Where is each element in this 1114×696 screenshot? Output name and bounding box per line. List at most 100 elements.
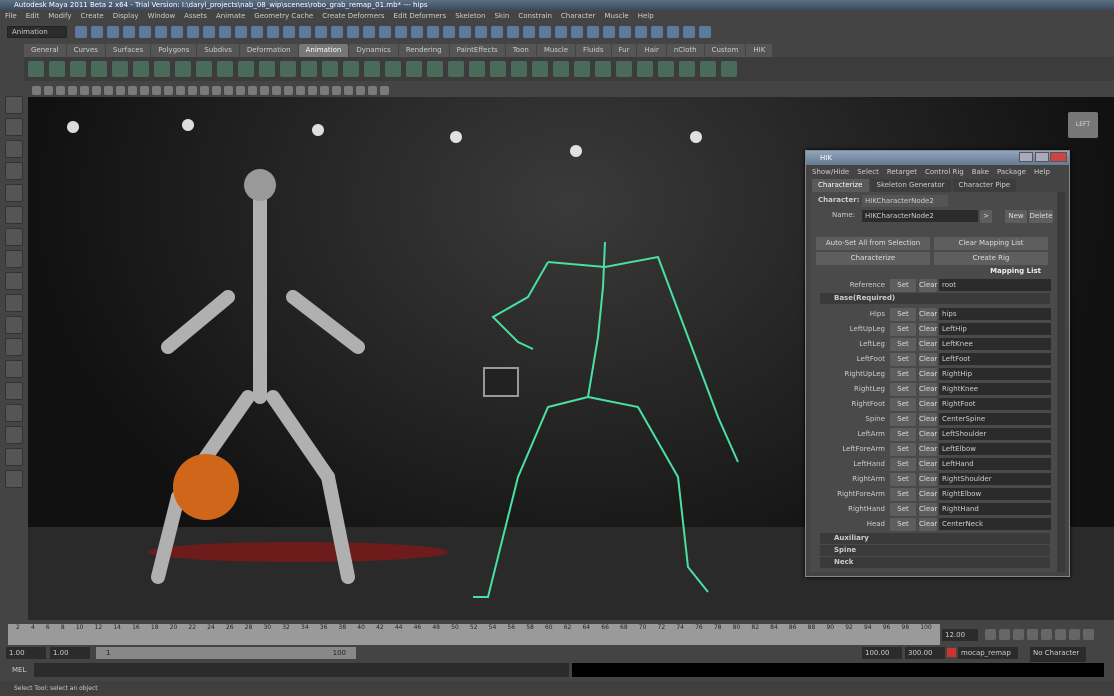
auto-set-button[interactable]: Auto-Set All from Selection <box>816 237 930 250</box>
panel-tool-icon[interactable] <box>380 86 389 95</box>
menu-display[interactable]: Display <box>113 10 139 22</box>
status-tool-icon[interactable] <box>251 26 263 38</box>
status-tool-icon[interactable] <box>507 26 519 38</box>
status-tool-icon[interactable] <box>539 26 551 38</box>
shelf-tool-icon[interactable] <box>49 61 65 77</box>
shelf-tool-icon[interactable] <box>406 61 422 77</box>
tab-general[interactable]: General <box>24 44 66 57</box>
panel-tool-icon[interactable] <box>356 86 365 95</box>
status-tool-icon[interactable] <box>235 26 247 38</box>
panel-tool-icon[interactable] <box>368 86 377 95</box>
clear-button[interactable]: Clear <box>919 368 937 381</box>
tool-icon[interactable] <box>5 382 23 400</box>
panel-tool-icon[interactable] <box>56 86 65 95</box>
status-tool-icon[interactable] <box>331 26 343 38</box>
hik-menu-retarget[interactable]: Retarget <box>887 168 917 176</box>
panel-tool-icon[interactable] <box>248 86 257 95</box>
character-dropdown[interactable]: HIKCharacterNode2 <box>862 195 948 207</box>
range-slider[interactable]: 1 100 <box>96 647 356 659</box>
menu-window[interactable]: Window <box>148 10 176 22</box>
set-button[interactable]: Set <box>890 323 916 336</box>
status-tool-icon[interactable] <box>523 26 535 38</box>
panel-tool-icon[interactable] <box>320 86 329 95</box>
tool-icon[interactable] <box>5 206 23 224</box>
menu-character[interactable]: Character <box>561 10 596 22</box>
viewcube[interactable]: LEFT <box>1068 112 1098 138</box>
panel-tool-icon[interactable] <box>116 86 125 95</box>
tab-deformation[interactable]: Deformation <box>239 44 298 57</box>
panel-tool-icon[interactable] <box>284 86 293 95</box>
step-forward-icon[interactable] <box>1055 629 1066 640</box>
clear-mapping-button[interactable]: Clear Mapping List <box>934 237 1048 250</box>
clear-button[interactable]: Clear <box>919 458 937 471</box>
shelf-tool-icon[interactable] <box>616 61 632 77</box>
panel-tool-icon[interactable] <box>212 86 221 95</box>
status-tool-icon[interactable] <box>683 26 695 38</box>
shelf-tool-icon[interactable] <box>574 61 590 77</box>
shelf-tool-icon[interactable] <box>112 61 128 77</box>
section-header-neck[interactable]: Neck <box>820 557 1050 568</box>
shelf-tool-icon[interactable] <box>364 61 380 77</box>
shelf-tool-icon[interactable] <box>238 61 254 77</box>
section-header-spine[interactable]: Spine <box>820 545 1050 556</box>
status-tool-icon[interactable] <box>107 26 119 38</box>
panel-tool-icon[interactable] <box>200 86 209 95</box>
set-button[interactable]: Set <box>890 368 916 381</box>
menu-create-deformers[interactable]: Create Deformers <box>322 10 384 22</box>
menu-assets[interactable]: Assets <box>184 10 207 22</box>
shelf-tool-icon[interactable] <box>679 61 695 77</box>
tool-icon[interactable] <box>5 426 23 444</box>
menu-constrain[interactable]: Constrain <box>518 10 552 22</box>
tool-icon[interactable] <box>5 360 23 378</box>
panel-tool-icon[interactable] <box>272 86 281 95</box>
panel-tool-icon[interactable] <box>68 86 77 95</box>
panel-tool-icon[interactable] <box>92 86 101 95</box>
delete-button[interactable]: Delete <box>1029 210 1053 223</box>
status-tool-icon[interactable] <box>203 26 215 38</box>
mapping-field[interactable]: LeftHip <box>939 323 1051 335</box>
status-tool-icon[interactable] <box>587 26 599 38</box>
reference-clear-button[interactable]: Clear <box>919 279 937 292</box>
mapping-field[interactable]: RightKnee <box>939 383 1051 395</box>
set-button[interactable]: Set <box>890 398 916 411</box>
go-end-icon[interactable] <box>1083 629 1094 640</box>
tab-polygons[interactable]: Polygons <box>151 44 197 57</box>
tool-icon[interactable] <box>5 316 23 334</box>
shelf-tool-icon[interactable] <box>700 61 716 77</box>
anim-layer-dropdown[interactable]: mocap_remap <box>958 647 1018 659</box>
status-tool-icon[interactable] <box>603 26 615 38</box>
tab-toon[interactable]: Toon <box>505 44 536 57</box>
clear-button[interactable]: Clear <box>919 518 937 531</box>
shelf-tool-icon[interactable] <box>511 61 527 77</box>
shelf-tool-icon[interactable] <box>658 61 674 77</box>
status-tool-icon[interactable] <box>219 26 231 38</box>
menu-file[interactable]: File <box>5 10 17 22</box>
tool-icon[interactable] <box>5 338 23 356</box>
status-tool-icon[interactable] <box>187 26 199 38</box>
menu-edit[interactable]: Edit <box>26 10 40 22</box>
go-start-icon[interactable] <box>985 629 996 640</box>
mapping-field[interactable]: LeftKnee <box>939 338 1051 350</box>
shelf-tool-icon[interactable] <box>259 61 275 77</box>
status-tool-icon[interactable] <box>363 26 375 38</box>
mapping-field[interactable]: RightShoulder <box>939 473 1051 485</box>
tool-icon[interactable] <box>5 294 23 312</box>
tab-ncloth[interactable]: nCloth <box>666 44 704 57</box>
new-button[interactable]: New <box>1005 210 1027 223</box>
status-tool-icon[interactable] <box>123 26 135 38</box>
panel-tool-icon[interactable] <box>260 86 269 95</box>
hik-scrollbar[interactable] <box>1057 192 1065 572</box>
shelf-tool-icon[interactable] <box>532 61 548 77</box>
shelf-tool-icon[interactable] <box>28 61 44 77</box>
shelf-tool-icon[interactable] <box>553 61 569 77</box>
menu-set-dropdown[interactable]: Animation <box>7 26 67 38</box>
current-frame-field[interactable]: 12.00 <box>942 629 978 641</box>
mapping-field[interactable]: hips <box>939 308 1051 320</box>
hik-menu-select[interactable]: Select <box>857 168 879 176</box>
mel-input[interactable] <box>34 663 569 677</box>
shelf-tool-icon[interactable] <box>301 61 317 77</box>
name-field[interactable]: HIKCharacterNode2 <box>862 210 978 222</box>
reference-set-button[interactable]: Set <box>890 279 916 292</box>
hik-menu-show-hide[interactable]: Show/Hide <box>812 168 849 176</box>
status-tool-icon[interactable] <box>395 26 407 38</box>
